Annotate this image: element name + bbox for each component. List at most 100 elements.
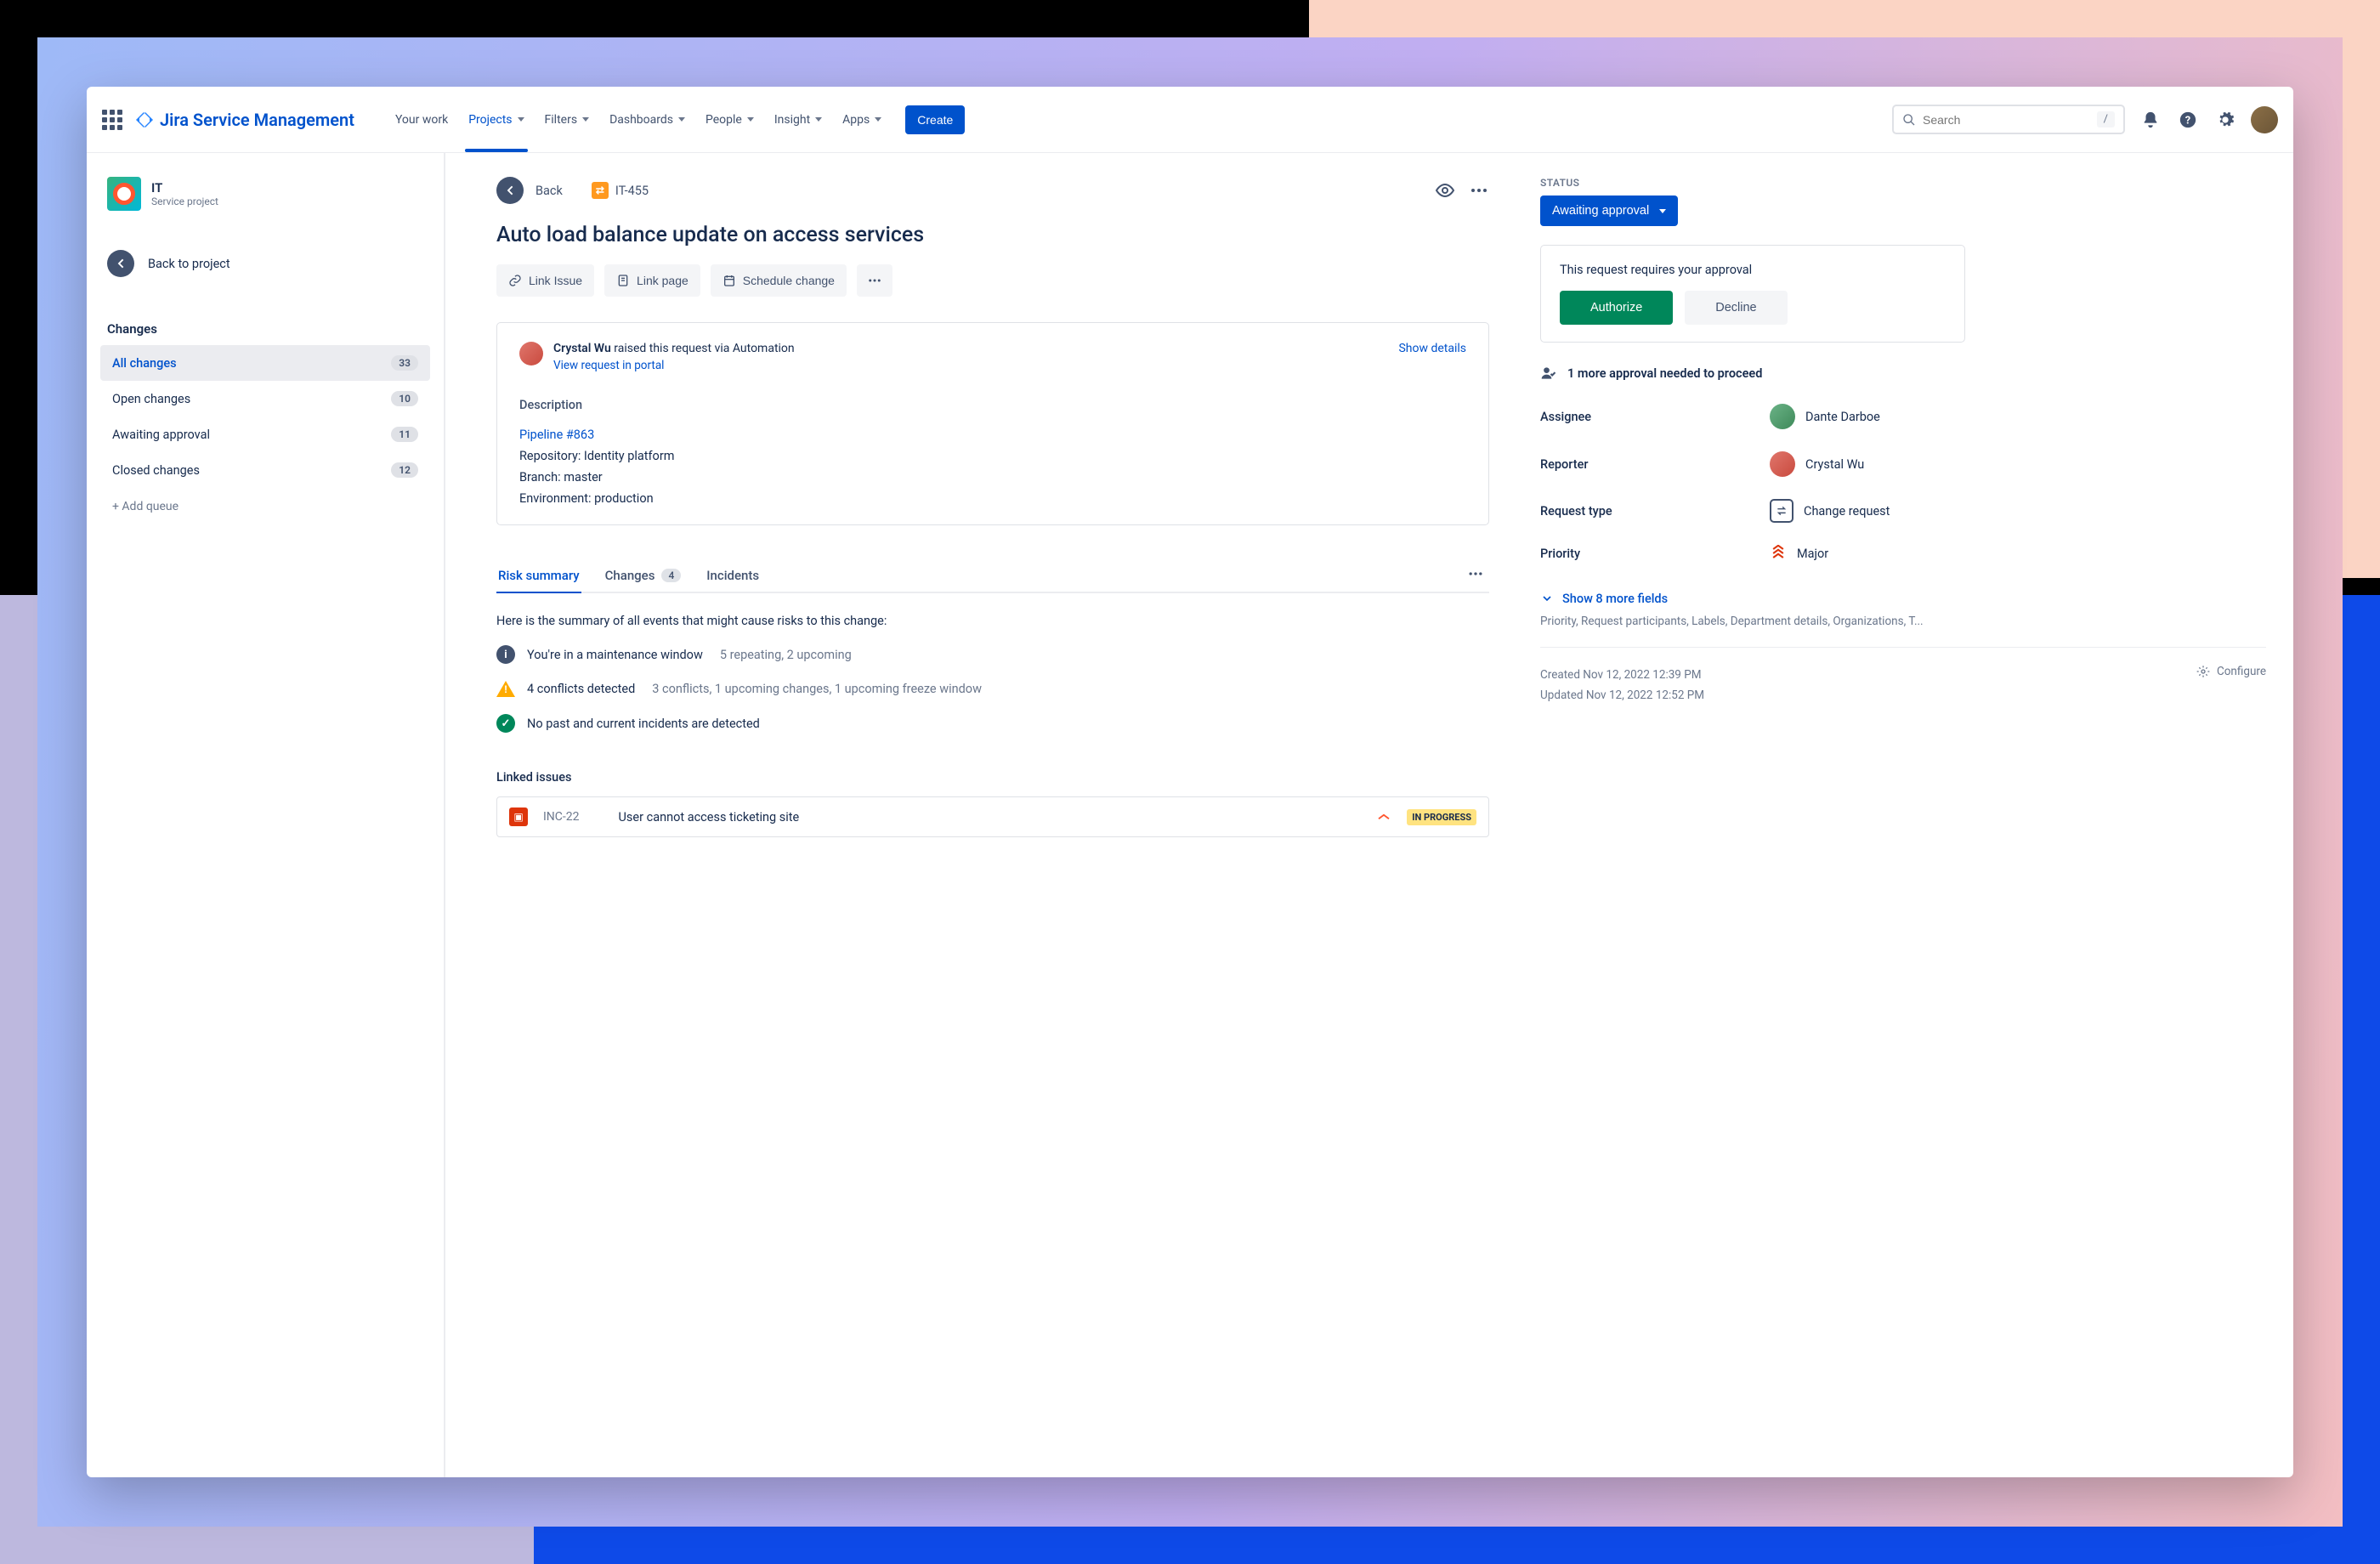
link-icon bbox=[508, 274, 522, 287]
issue-key[interactable]: ⇄ IT-455 bbox=[592, 182, 649, 199]
gear-icon bbox=[2196, 665, 2210, 678]
tabs: Risk summary Changes4 Incidents bbox=[496, 559, 1489, 593]
chevron-down-icon bbox=[1659, 209, 1666, 213]
project-header[interactable]: IT Service project bbox=[100, 173, 430, 214]
svg-text:?: ? bbox=[2185, 114, 2190, 127]
queue-item[interactable]: Awaiting approval11 bbox=[100, 416, 430, 452]
chevron-down-icon bbox=[518, 117, 524, 122]
search-shortcut-hint: / bbox=[2097, 111, 2115, 128]
assignee-value[interactable]: Dante Darboe bbox=[1770, 404, 1880, 429]
calendar-icon bbox=[722, 274, 736, 287]
project-type: Service project bbox=[151, 196, 218, 207]
tab-risk-summary[interactable]: Risk summary bbox=[496, 559, 581, 592]
watch-icon[interactable] bbox=[1435, 180, 1455, 201]
tab-changes[interactable]: Changes4 bbox=[604, 559, 683, 592]
chevron-down-icon bbox=[678, 117, 685, 122]
chevron-down-icon bbox=[815, 117, 822, 122]
search-input[interactable]: / bbox=[1892, 105, 2125, 134]
back-to-project[interactable]: Back to project bbox=[100, 243, 430, 284]
project-name: IT bbox=[151, 180, 218, 196]
risk-item: iYou're in a maintenance window5 repeati… bbox=[496, 645, 1489, 664]
app-switcher-icon[interactable] bbox=[102, 110, 122, 130]
product-logo[interactable]: Jira Service Management bbox=[134, 110, 354, 130]
chevron-down-icon bbox=[875, 117, 881, 122]
reporter-value[interactable]: Crystal Wu bbox=[1770, 451, 1864, 477]
approval-note: 1 more approval needed to proceed bbox=[1540, 365, 2266, 382]
reporter-avatar bbox=[1770, 451, 1795, 477]
queue-count: 33 bbox=[391, 355, 418, 371]
add-queue-button[interactable]: + Add queue bbox=[100, 488, 430, 525]
view-in-portal-link[interactable]: View request in portal bbox=[553, 359, 795, 372]
linked-issue-row[interactable]: ▣ INC-22 User cannot access ticketing si… bbox=[496, 796, 1489, 837]
show-details-link[interactable]: Show details bbox=[1398, 342, 1466, 355]
back-button[interactable] bbox=[496, 177, 524, 204]
top-nav: Jira Service Management Your work Projec… bbox=[87, 87, 2293, 153]
request-card: Crystal Wu raised this request via Autom… bbox=[496, 322, 1489, 525]
schedule-change-button[interactable]: Schedule change bbox=[711, 264, 847, 297]
search-icon bbox=[1902, 113, 1916, 127]
user-avatar[interactable] bbox=[2251, 106, 2278, 133]
help-icon[interactable]: ? bbox=[2176, 108, 2200, 132]
link-issue-button[interactable]: Link Issue bbox=[496, 264, 594, 297]
show-more-fields[interactable]: Show 8 more fields bbox=[1540, 592, 2266, 606]
chevron-down-icon bbox=[747, 117, 754, 122]
more-icon[interactable] bbox=[1469, 180, 1489, 201]
updated-date: Updated Nov 12, 2022 12:52 PM bbox=[1540, 685, 1704, 706]
risk-item: ✓No past and current incidents are detec… bbox=[496, 714, 1489, 733]
request-type-value[interactable]: Change request bbox=[1770, 499, 1890, 523]
queue-count: 10 bbox=[391, 391, 418, 406]
decline-button[interactable]: Decline bbox=[1685, 291, 1787, 325]
priority-major-icon bbox=[1770, 545, 1787, 563]
person-check-icon bbox=[1540, 365, 1557, 382]
status-dropdown[interactable]: Awaiting approval bbox=[1540, 196, 1678, 226]
risk-item: 4 conflicts detected3 conflicts, 1 upcom… bbox=[496, 681, 1489, 697]
nav-people[interactable]: People bbox=[697, 106, 762, 133]
queue-item[interactable]: Closed changes12 bbox=[100, 452, 430, 488]
tabs-more-icon[interactable] bbox=[1462, 560, 1489, 591]
priority-value[interactable]: Major bbox=[1770, 545, 1828, 563]
configure-link[interactable]: Configure bbox=[2196, 665, 2266, 678]
authorize-button[interactable]: Authorize bbox=[1560, 291, 1673, 325]
approval-box: This request requires your approval Auth… bbox=[1540, 245, 1965, 343]
settings-icon[interactable] bbox=[2213, 108, 2237, 132]
queue-item[interactable]: Open changes10 bbox=[100, 381, 430, 416]
nav-your-work[interactable]: Your work bbox=[387, 106, 456, 133]
linked-issue-summary: User cannot access ticketing site bbox=[619, 810, 800, 824]
create-button[interactable]: Create bbox=[905, 105, 965, 134]
tab-incidents[interactable]: Incidents bbox=[705, 559, 761, 592]
queue-count: 12 bbox=[391, 462, 418, 478]
nav-filters[interactable]: Filters bbox=[536, 106, 598, 133]
status-label: STATUS bbox=[1540, 177, 2266, 189]
project-avatar bbox=[107, 177, 141, 211]
more-fields-hint: Priority, Request participants, Labels, … bbox=[1540, 615, 2266, 628]
issue-title: Auto load balance update on access servi… bbox=[496, 223, 1489, 247]
sidebar: IT Service project Back to project Chang… bbox=[87, 153, 445, 1477]
queue-count: 11 bbox=[391, 427, 418, 442]
info-icon: i bbox=[496, 645, 515, 664]
priority-label: Priority bbox=[1540, 547, 1770, 561]
nav-projects[interactable]: Projects bbox=[460, 106, 532, 133]
queue-item[interactable]: All changes33 bbox=[100, 345, 430, 381]
issue-type-icon: ⇄ bbox=[592, 182, 609, 199]
warning-icon bbox=[496, 681, 515, 697]
link-page-button[interactable]: Link page bbox=[604, 264, 700, 297]
notifications-icon[interactable] bbox=[2139, 108, 2162, 132]
nav-apps[interactable]: Apps bbox=[834, 106, 890, 133]
request-type-label: Request type bbox=[1540, 504, 1770, 518]
check-icon: ✓ bbox=[496, 714, 515, 733]
assignee-label: Assignee bbox=[1540, 410, 1770, 424]
sidebar-section-title: Changes bbox=[100, 321, 430, 337]
chevron-down-icon bbox=[1540, 592, 1554, 605]
nav-dashboards[interactable]: Dashboards bbox=[601, 106, 694, 133]
reporter-label: Reporter bbox=[1540, 457, 1770, 472]
page-icon bbox=[616, 274, 630, 287]
pipeline-link[interactable]: Pipeline #863 bbox=[519, 428, 1466, 442]
linked-issue-status: IN PROGRESS bbox=[1407, 809, 1476, 825]
jira-icon bbox=[134, 110, 155, 130]
requester-avatar bbox=[519, 342, 543, 366]
back-arrow-icon bbox=[107, 250, 134, 277]
more-actions-button[interactable] bbox=[857, 264, 892, 297]
linked-issue-key: INC-22 bbox=[543, 810, 580, 824]
incident-icon: ▣ bbox=[509, 808, 528, 826]
nav-insight[interactable]: Insight bbox=[766, 106, 830, 133]
